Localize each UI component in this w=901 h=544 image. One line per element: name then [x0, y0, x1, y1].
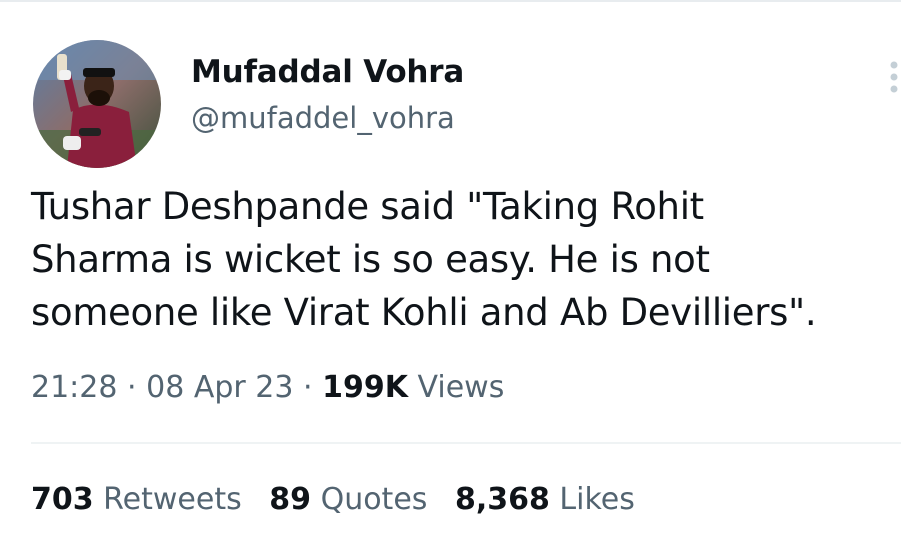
tweet-date[interactable]: 08 Apr 23: [146, 370, 293, 405]
engagement-stats: 703 Retweets 89 Quotes 8,368 Likes: [31, 482, 653, 517]
views-count: 199K: [322, 370, 408, 405]
quotes-count: 89: [269, 482, 312, 517]
author-display-name[interactable]: Mufaddal Vohra: [191, 54, 464, 90]
tweet-meta: 21:28 · 08 Apr 23 · 199K Views: [31, 370, 504, 405]
retweets-stat[interactable]: 703 Retweets: [31, 482, 251, 517]
meta-separator: ·: [302, 370, 313, 405]
meta-separator: ·: [127, 370, 137, 405]
likes-count: 8,368: [454, 482, 550, 517]
views-label: Views: [417, 370, 505, 405]
quotes-stat[interactable]: 89 Quotes: [269, 482, 437, 517]
tweet-text-line: someone like Virat Kohli and Ab Devillie…: [31, 291, 817, 334]
more-options-icon[interactable]: [883, 57, 901, 97]
tweet-card: Mufaddal Vohra @mufaddel_vohra Tushar De…: [0, 0, 901, 544]
retweets-label: Retweets: [103, 482, 242, 517]
tweet-text-line: Sharma is wicket is so easy. He is not: [31, 238, 710, 281]
likes-stat[interactable]: 8,368 Likes: [455, 482, 635, 517]
tweet-time[interactable]: 21:28: [31, 370, 117, 405]
tweet-text: Tushar Deshpande said "Taking Rohit Shar…: [31, 180, 901, 339]
avatar[interactable]: [33, 40, 161, 168]
likes-label: Likes: [559, 482, 635, 517]
tweet-text-line: Tushar Deshpande said "Taking Rohit: [31, 185, 704, 228]
divider: [31, 442, 901, 444]
author-handle[interactable]: @mufaddel_vohra: [191, 101, 455, 135]
quotes-label: Quotes: [320, 482, 428, 517]
avatar-photo: [33, 40, 161, 168]
retweets-count: 703: [31, 482, 94, 517]
